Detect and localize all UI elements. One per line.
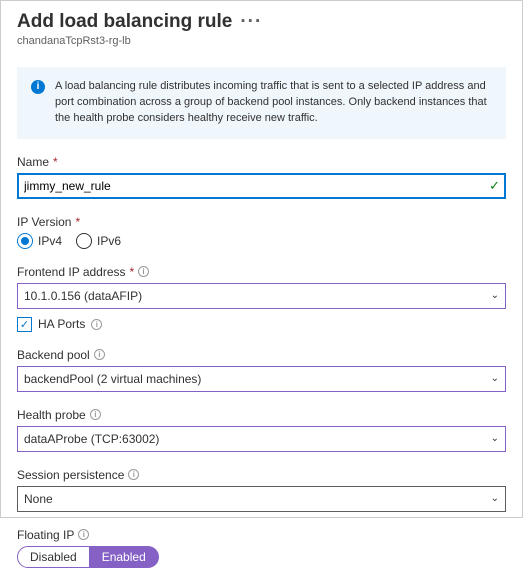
required-icon: * <box>75 215 80 229</box>
name-label: Name * <box>17 155 506 169</box>
help-icon[interactable]: i <box>128 469 139 480</box>
info-icon: i <box>31 80 45 94</box>
backend-pool-select[interactable]: backendPool (2 virtual machines)⌄ <box>17 366 506 392</box>
field-name: Name * ✓ <box>17 155 506 199</box>
help-icon[interactable]: i <box>94 349 105 360</box>
field-floating-ip: Floating IP i Disabled Enabled <box>17 528 506 568</box>
breadcrumb: chandanaTcpRst3-rg-lb <box>17 35 506 47</box>
field-session-persistence: Session persistence i None⌄ <box>17 468 506 512</box>
floating-enabled-button[interactable]: Enabled <box>90 546 159 568</box>
chevron-down-icon: ⌄ <box>491 290 499 301</box>
radio-ipv4[interactable]: IPv4 <box>17 233 62 249</box>
chevron-down-icon: ⌄ <box>491 433 499 444</box>
help-icon[interactable]: i <box>91 319 102 330</box>
health-probe-select[interactable]: dataAProbe (TCP:63002)⌄ <box>17 426 506 452</box>
frontend-label: Frontend IP address * i <box>17 265 506 279</box>
backend-label: Backend pool i <box>17 348 506 362</box>
valid-check-icon: ✓ <box>489 178 500 194</box>
info-text: A load balancing rule distributes incomi… <box>55 79 492 127</box>
probe-label: Health probe i <box>17 408 506 422</box>
help-icon[interactable]: i <box>90 409 101 420</box>
floating-label: Floating IP i <box>17 528 506 542</box>
required-icon: * <box>53 155 58 169</box>
name-input[interactable] <box>17 173 506 199</box>
more-actions-icon[interactable]: ··· <box>240 11 262 33</box>
ha-ports-label: HA Ports <box>38 317 85 331</box>
session-label: Session persistence i <box>17 468 506 482</box>
info-banner: i A load balancing rule distributes inco… <box>17 67 506 139</box>
floating-ip-toggle: Disabled Enabled <box>17 546 506 568</box>
ha-ports-checkbox[interactable]: ✓ HA Ports i <box>17 317 506 332</box>
frontend-ip-select[interactable]: 10.1.0.156 (dataAFIP)⌄ <box>17 283 506 309</box>
field-frontend-ip: Frontend IP address * i 10.1.0.156 (data… <box>17 265 506 309</box>
field-health-probe: Health probe i dataAProbe (TCP:63002)⌄ <box>17 408 506 452</box>
field-ipversion: IP Version * IPv4 IPv6 <box>17 215 506 249</box>
floating-disabled-button[interactable]: Disabled <box>17 546 90 568</box>
help-icon[interactable]: i <box>138 266 149 277</box>
page-title: Add load balancing rule ··· <box>17 11 506 33</box>
checkbox-icon: ✓ <box>17 317 32 332</box>
chevron-down-icon: ⌄ <box>491 373 499 384</box>
page-title-text: Add load balancing rule <box>17 11 232 32</box>
radio-ipv6[interactable]: IPv6 <box>76 233 121 249</box>
field-backend-pool: Backend pool i backendPool (2 virtual ma… <box>17 348 506 392</box>
required-icon: * <box>130 265 135 279</box>
chevron-down-icon: ⌄ <box>491 493 499 504</box>
session-persistence-select[interactable]: None⌄ <box>17 486 506 512</box>
help-icon[interactable]: i <box>78 529 89 540</box>
ipversion-label: IP Version * <box>17 215 506 229</box>
